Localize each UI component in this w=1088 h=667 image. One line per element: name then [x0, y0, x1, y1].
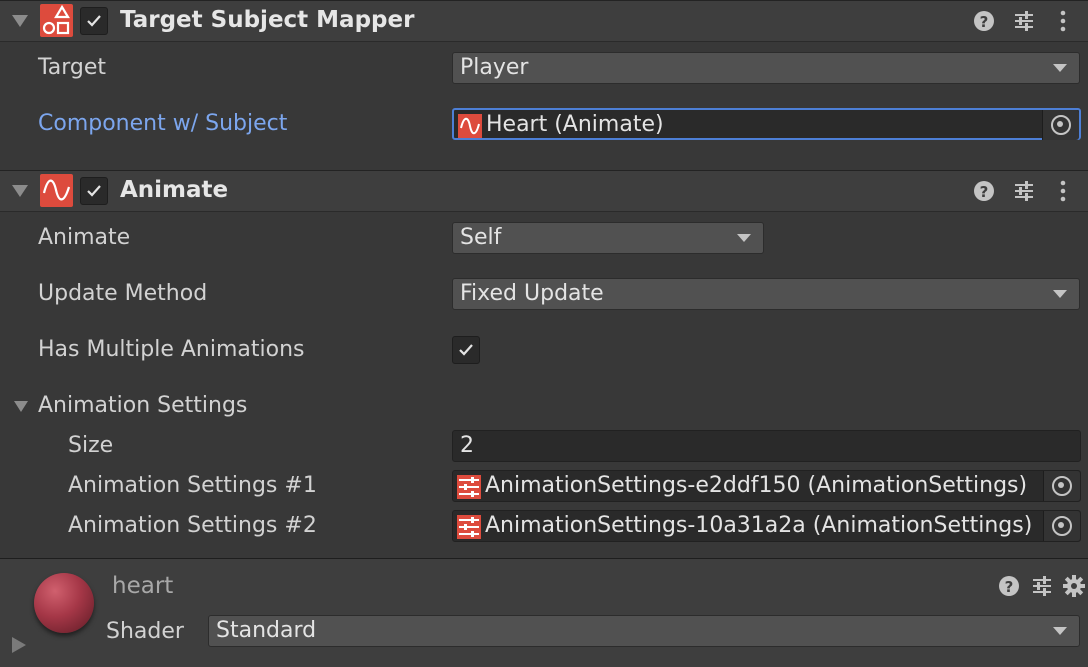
shader-label: Shader — [106, 619, 184, 644]
help-icon[interactable]: ? — [998, 575, 1020, 601]
animate-dropdown[interactable]: Self — [452, 222, 764, 254]
has-multiple-animations-label: Has Multiple Animations — [38, 337, 305, 362]
wave-icon — [40, 174, 73, 207]
animation-settings-2-field[interactable]: AnimationSettings-10a31a2a (AnimationSet… — [452, 510, 1081, 542]
enable-checkbox[interactable] — [80, 177, 108, 205]
wave-icon — [458, 114, 482, 138]
material-sphere-icon — [34, 573, 94, 633]
animation-settings-label[interactable]: Animation Settings — [38, 393, 247, 418]
animation-settings-2-label: Animation Settings #2 — [68, 513, 317, 538]
component-with-subject-label: Component w/ Subject — [38, 111, 288, 136]
target-dropdown[interactable]: Player — [452, 52, 1080, 84]
help-icon[interactable]: ? — [973, 10, 995, 36]
component-header-animate[interactable]: Animate ? — [0, 170, 1088, 212]
enable-checkbox[interactable] — [80, 7, 108, 35]
update-method-label: Update Method — [38, 281, 208, 306]
preset-sliders-icon[interactable] — [1013, 180, 1035, 206]
shapes-icon — [40, 4, 73, 37]
settings-asset-icon — [457, 475, 481, 499]
component-with-subject-value: Heart (Animate) — [486, 112, 664, 137]
target-label: Target — [38, 55, 107, 80]
object-picker-icon[interactable] — [1043, 511, 1080, 541]
foldout-arrow-icon[interactable] — [12, 185, 28, 197]
animation-settings-1-label: Animation Settings #1 — [68, 473, 317, 498]
settings-asset-icon — [457, 515, 481, 539]
material-section: heart ? Shader Standard — [0, 558, 1088, 667]
animation-settings-2-value: AnimationSettings-10a31a2a (AnimationSet… — [485, 513, 1033, 538]
update-method-dropdown[interactable]: Fixed Update — [452, 278, 1080, 310]
component-with-subject-field[interactable]: Heart (Animate) — [452, 108, 1081, 140]
chevron-down-icon — [737, 234, 751, 242]
component-header-target-subject-mapper[interactable]: Target Subject Mapper ? — [0, 0, 1088, 42]
foldout-arrow-icon[interactable] — [12, 637, 26, 653]
component-title: Target Subject Mapper — [120, 7, 415, 33]
animation-settings-1-field[interactable]: AnimationSettings-e2ddf150 (AnimationSet… — [452, 470, 1081, 502]
size-input[interactable]: 2 — [452, 430, 1081, 462]
object-picker-icon[interactable] — [1043, 471, 1080, 501]
animate-value: Self — [460, 225, 502, 250]
help-icon[interactable]: ? — [973, 180, 995, 206]
gear-icon[interactable] — [1062, 574, 1086, 602]
kebab-menu-icon[interactable] — [1056, 10, 1070, 36]
object-picker-icon[interactable] — [1042, 110, 1079, 140]
chevron-down-icon — [1053, 627, 1067, 635]
has-multiple-animations-checkbox[interactable] — [452, 336, 480, 364]
svg-text:?: ? — [980, 13, 989, 31]
shader-dropdown[interactable]: Standard — [208, 615, 1080, 647]
animation-settings-foldout-icon[interactable] — [14, 401, 28, 412]
svg-text:?: ? — [980, 183, 989, 201]
foldout-arrow-icon[interactable] — [12, 15, 28, 27]
svg-text:?: ? — [1005, 578, 1014, 596]
chevron-down-icon — [1053, 290, 1067, 298]
component-title: Animate — [120, 177, 229, 203]
target-value: Player — [460, 55, 529, 80]
size-label: Size — [68, 433, 114, 458]
size-value: 2 — [460, 433, 474, 458]
update-method-value: Fixed Update — [460, 281, 604, 306]
kebab-menu-icon[interactable] — [1056, 180, 1070, 206]
animation-settings-1-value: AnimationSettings-e2ddf150 (AnimationSet… — [485, 473, 1028, 498]
animate-label: Animate — [38, 225, 131, 250]
material-name: heart — [112, 573, 174, 599]
preset-sliders-icon[interactable] — [1013, 10, 1035, 36]
shader-value: Standard — [216, 618, 317, 643]
chevron-down-icon — [1053, 64, 1067, 72]
preset-sliders-icon[interactable] — [1031, 575, 1053, 601]
